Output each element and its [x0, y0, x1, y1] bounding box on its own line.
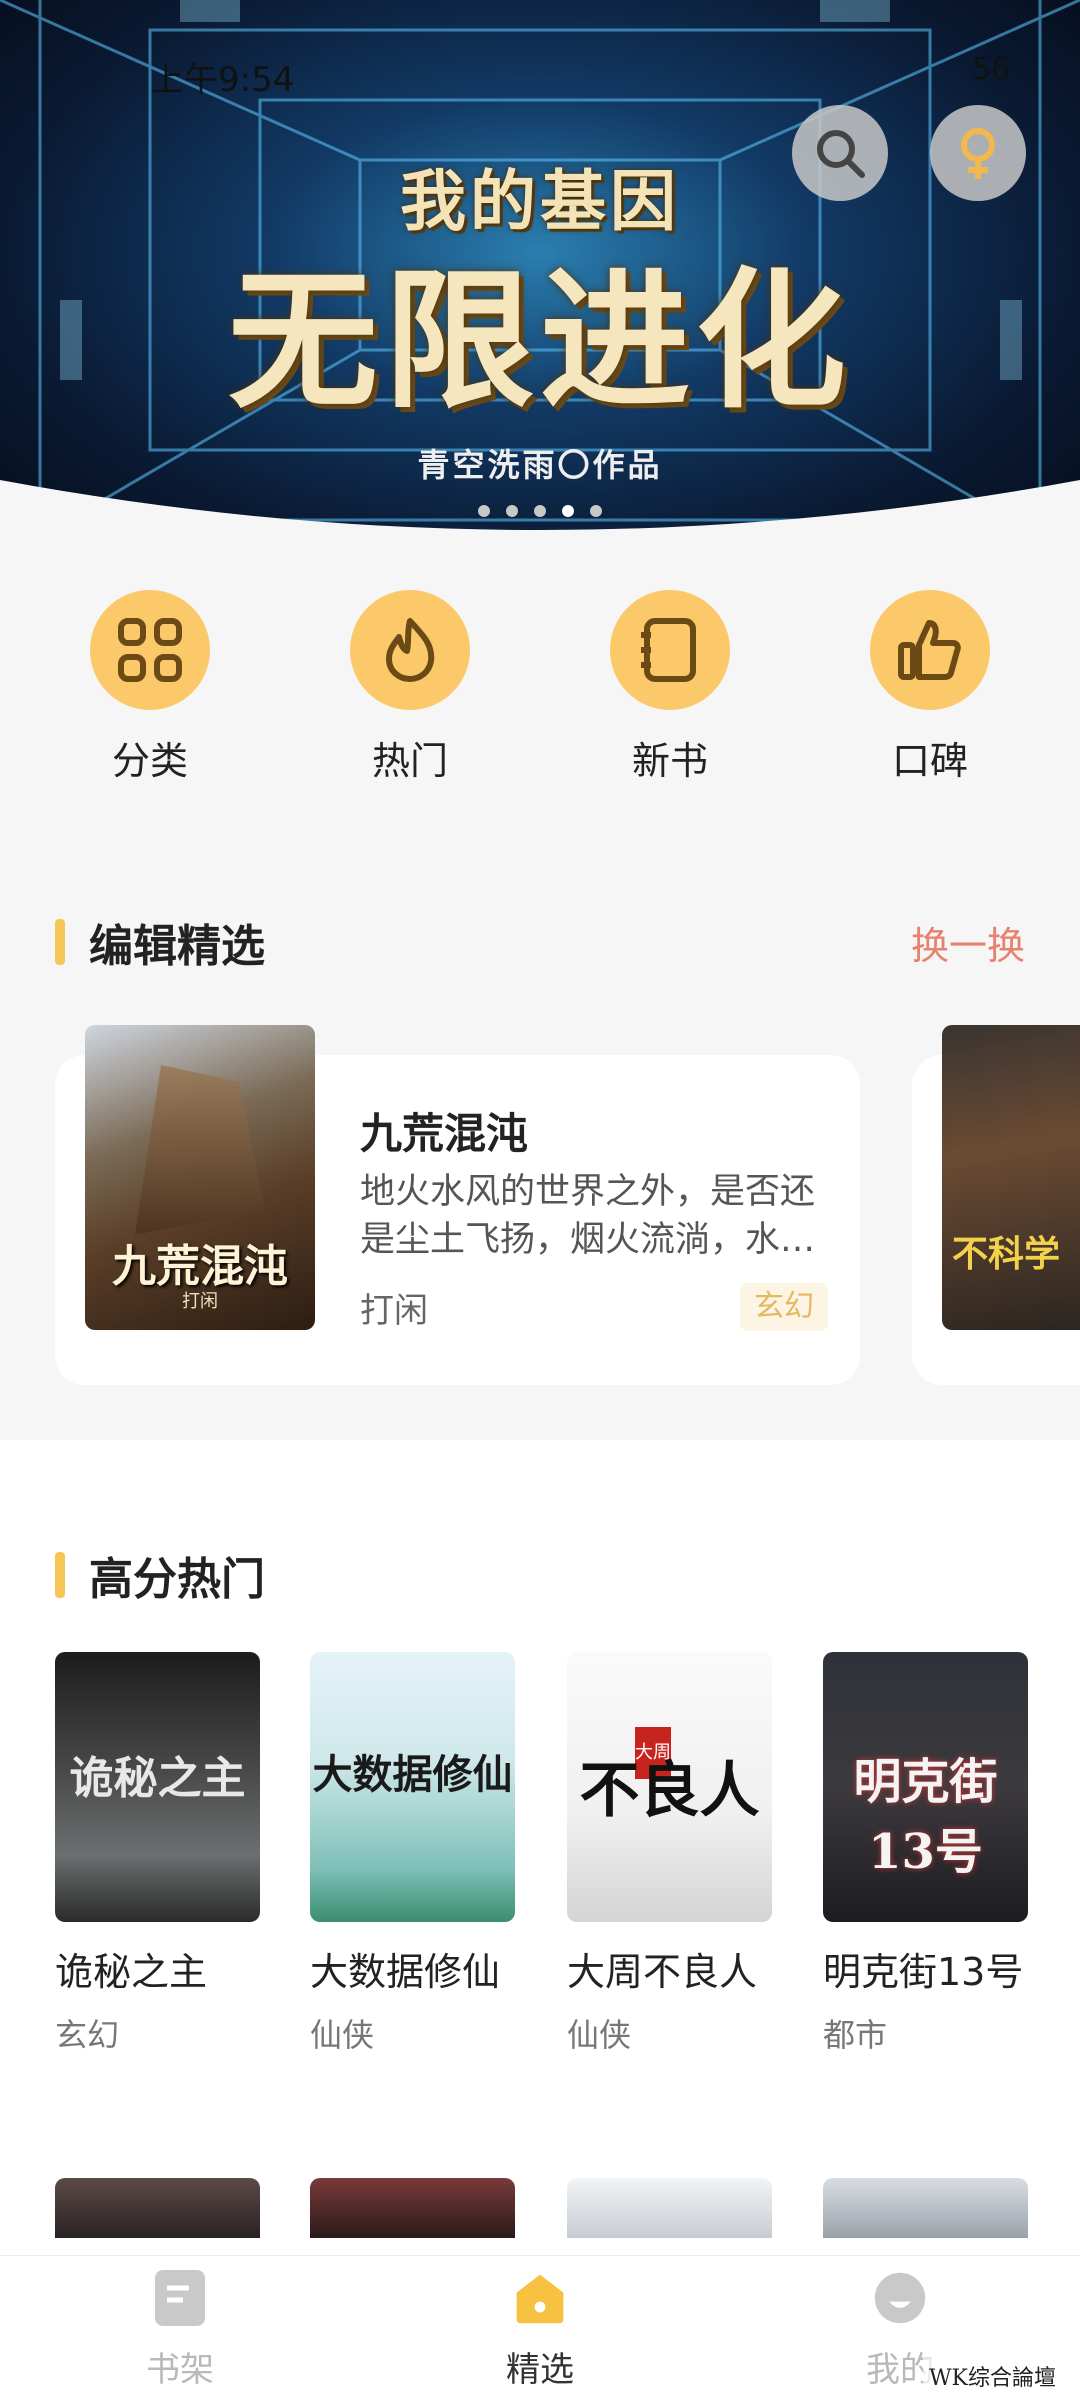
book-genre: 玄幻: [55, 2016, 120, 2054]
book-cover: 大周 不良人: [567, 1652, 772, 1922]
nav-item-featured[interactable]: 精选: [440, 2268, 640, 2391]
book-cover-next[interactable]: 不科学: [942, 1025, 1080, 1330]
swap-button[interactable]: 换一换: [911, 915, 1025, 970]
hot-book-item[interactable]: 诡秘之主 诡秘之主 玄幻: [55, 1652, 260, 2056]
book-author: 打闲: [360, 1291, 428, 1331]
section-title: 编辑精选: [89, 921, 265, 972]
hot-book-item[interactable]: 大周 不良人 大周不良人 仙侠: [567, 1652, 772, 2056]
gender-switch-button[interactable]: [930, 105, 1026, 201]
quick-item-hot[interactable]: 热门: [330, 590, 490, 785]
bottom-nav: 书架 精选 我的: [0, 2255, 1080, 2400]
cover-title: 大数据修仙: [312, 1751, 513, 1798]
hot-book-cover-partial[interactable]: [823, 2178, 1028, 2238]
app-root: 上午9:54 56 我的基因 无限进化 青空洗雨〇作品 分类 热门 新书 口碑 …: [0, 0, 1080, 2400]
hero-banner[interactable]: 上午9:54 56 我的基因 无限进化 青空洗雨〇作品: [0, 0, 1080, 560]
cover-art: [135, 1065, 265, 1235]
watermark: WK综合論壇: [922, 2358, 1062, 2394]
section-accent-bar: [55, 919, 65, 965]
status-indicators: 56: [971, 52, 1010, 87]
cover-title: 不科学: [952, 1233, 1061, 1275]
hot-book-item[interactable]: 明克街13号 明克街13号 都市: [823, 1652, 1028, 2056]
quick-menu: 分类 热门 新书 口碑: [0, 590, 1080, 800]
flame-icon: [386, 618, 435, 682]
book-genre: 都市: [823, 2016, 888, 2054]
book-title: 大数据修仙: [310, 1950, 501, 1994]
cover-title: 诡秘之主: [69, 1753, 246, 1804]
cover-author: 打闲: [182, 1291, 218, 1312]
thumbs-up-icon: [898, 620, 961, 680]
hot-book-cover-partial[interactable]: [310, 2178, 515, 2238]
book-cover: 明克街13号: [823, 1652, 1028, 1922]
quick-item-label: 口碑: [891, 739, 968, 783]
quick-item-label: 热门: [371, 739, 448, 783]
quick-item-label: 分类: [111, 739, 188, 783]
quick-item-category[interactable]: 分类: [70, 590, 230, 785]
search-icon: [817, 130, 865, 178]
nav-item-bookshelf[interactable]: 书架: [80, 2268, 280, 2391]
book-cover: 诡秘之主: [55, 1652, 260, 1922]
book-genre: 仙侠: [567, 2016, 632, 2054]
banner-title-main: 无限进化: [227, 253, 852, 429]
notebook-icon: [641, 618, 696, 682]
quick-item-reputation[interactable]: 口碑: [850, 590, 1010, 785]
cover-title: 明克街13号: [853, 1754, 998, 1880]
book-cover[interactable]: 九荒混沌 打闲: [85, 1025, 315, 1330]
cover-title: 不良人: [579, 1756, 760, 1826]
genre-tag: 玄幻: [740, 1283, 828, 1331]
book-title: 明克街13号: [823, 1950, 1024, 1994]
cover-title: 九荒混沌: [112, 1241, 288, 1292]
book-description: 地火水风的世界之外，是否还是尘土飞扬，烟火流淌，水…: [360, 1172, 816, 1260]
section-editor-pick-header: 编辑精选: [55, 910, 265, 974]
section-title: 高分热门: [89, 1554, 265, 1605]
status-time: 上午9:54: [150, 60, 295, 100]
book-title: 九荒混沌: [360, 1109, 529, 1158]
grid-icon: [118, 618, 182, 682]
hot-book-item[interactable]: 大数据修仙 大数据修仙 仙侠: [310, 1652, 515, 2056]
book-title: 大周不良人: [567, 1950, 758, 1994]
nav-label: 精选: [506, 2350, 574, 2390]
nav-label: 书架: [146, 2350, 214, 2390]
home-icon: [516, 2274, 564, 2324]
book-genre: 仙侠: [310, 2016, 375, 2054]
profile-icon: [874, 2272, 926, 2324]
search-button[interactable]: [792, 105, 888, 201]
book-title: 诡秘之主: [55, 1950, 208, 1994]
section-hot-header: 高分热门: [55, 1543, 265, 1607]
female-icon: [961, 128, 995, 179]
quick-item-new[interactable]: 新书: [590, 590, 750, 785]
book-cover: 大数据修仙: [310, 1652, 515, 1922]
hot-book-cover-partial[interactable]: [55, 2178, 260, 2238]
quick-item-label: 新书: [631, 739, 708, 783]
bookshelf-icon: [155, 2270, 205, 2326]
hot-book-cover-partial[interactable]: [567, 2178, 772, 2238]
section-accent-bar: [55, 1552, 65, 1598]
banner-curve: [0, 480, 1080, 560]
